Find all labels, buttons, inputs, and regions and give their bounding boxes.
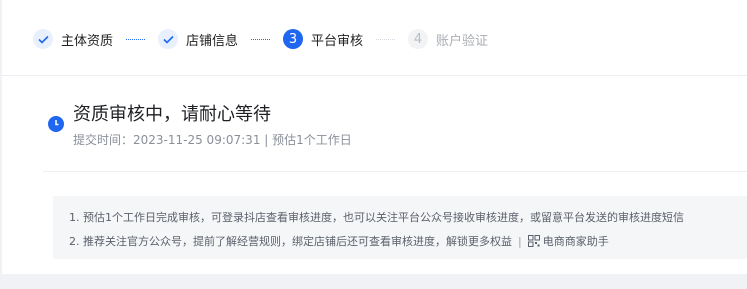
step-connector <box>376 38 396 40</box>
step-connector <box>126 38 146 40</box>
step-2: 店铺信息 <box>158 29 238 49</box>
clock-icon <box>48 116 64 132</box>
step-3: 3 平台审核 <box>283 29 363 49</box>
official-account-link[interactable]: 电商商家助手 <box>543 233 609 249</box>
main-card: 主体资质 店铺信息 3 平台审核 4 账户验证 资质审核中，请耐心等待 提交时间… <box>2 0 747 274</box>
notice-box: 1. 预估1个工作日完成审核，可登录抖店查看审核进度，也可以关注平台公众号接收审… <box>53 196 747 259</box>
step-number: 3 <box>283 29 304 49</box>
step-4: 4 账户验证 <box>408 29 488 49</box>
step-number: 4 <box>408 29 429 49</box>
stepper: 主体资质 店铺信息 3 平台审核 4 账户验证 <box>33 27 488 51</box>
step-label: 账户验证 <box>436 33 489 49</box>
notice-text: 2. 推荐关注官方公众号，提前了解经营规则，绑定店铺后还可查看审核进度，解锁更多… <box>69 235 512 248</box>
step-label: 主体资质 <box>61 33 114 49</box>
separator: | <box>518 234 522 248</box>
step-label: 店铺信息 <box>186 33 239 49</box>
step-label: 平台审核 <box>311 33 364 49</box>
notice-line: 1. 预估1个工作日完成审核，可登录抖店查看审核进度，也可以关注平台公众号接收审… <box>69 211 684 224</box>
status-title: 资质审核中，请耐心等待 <box>73 104 271 125</box>
divider <box>2 75 747 76</box>
submit-time: 提交时间：2023-11-25 09:07:31 | 预估1个工作日 <box>73 133 352 147</box>
check-icon <box>33 29 53 49</box>
step-1: 主体资质 <box>33 29 113 49</box>
step-connector <box>251 38 271 40</box>
notice-line: 2. 推荐关注官方公众号，提前了解经营规则，绑定店铺后还可查看审核进度，解锁更多… <box>69 233 609 249</box>
qr-code-icon <box>527 235 540 247</box>
check-icon <box>158 29 179 49</box>
divider <box>43 171 747 172</box>
